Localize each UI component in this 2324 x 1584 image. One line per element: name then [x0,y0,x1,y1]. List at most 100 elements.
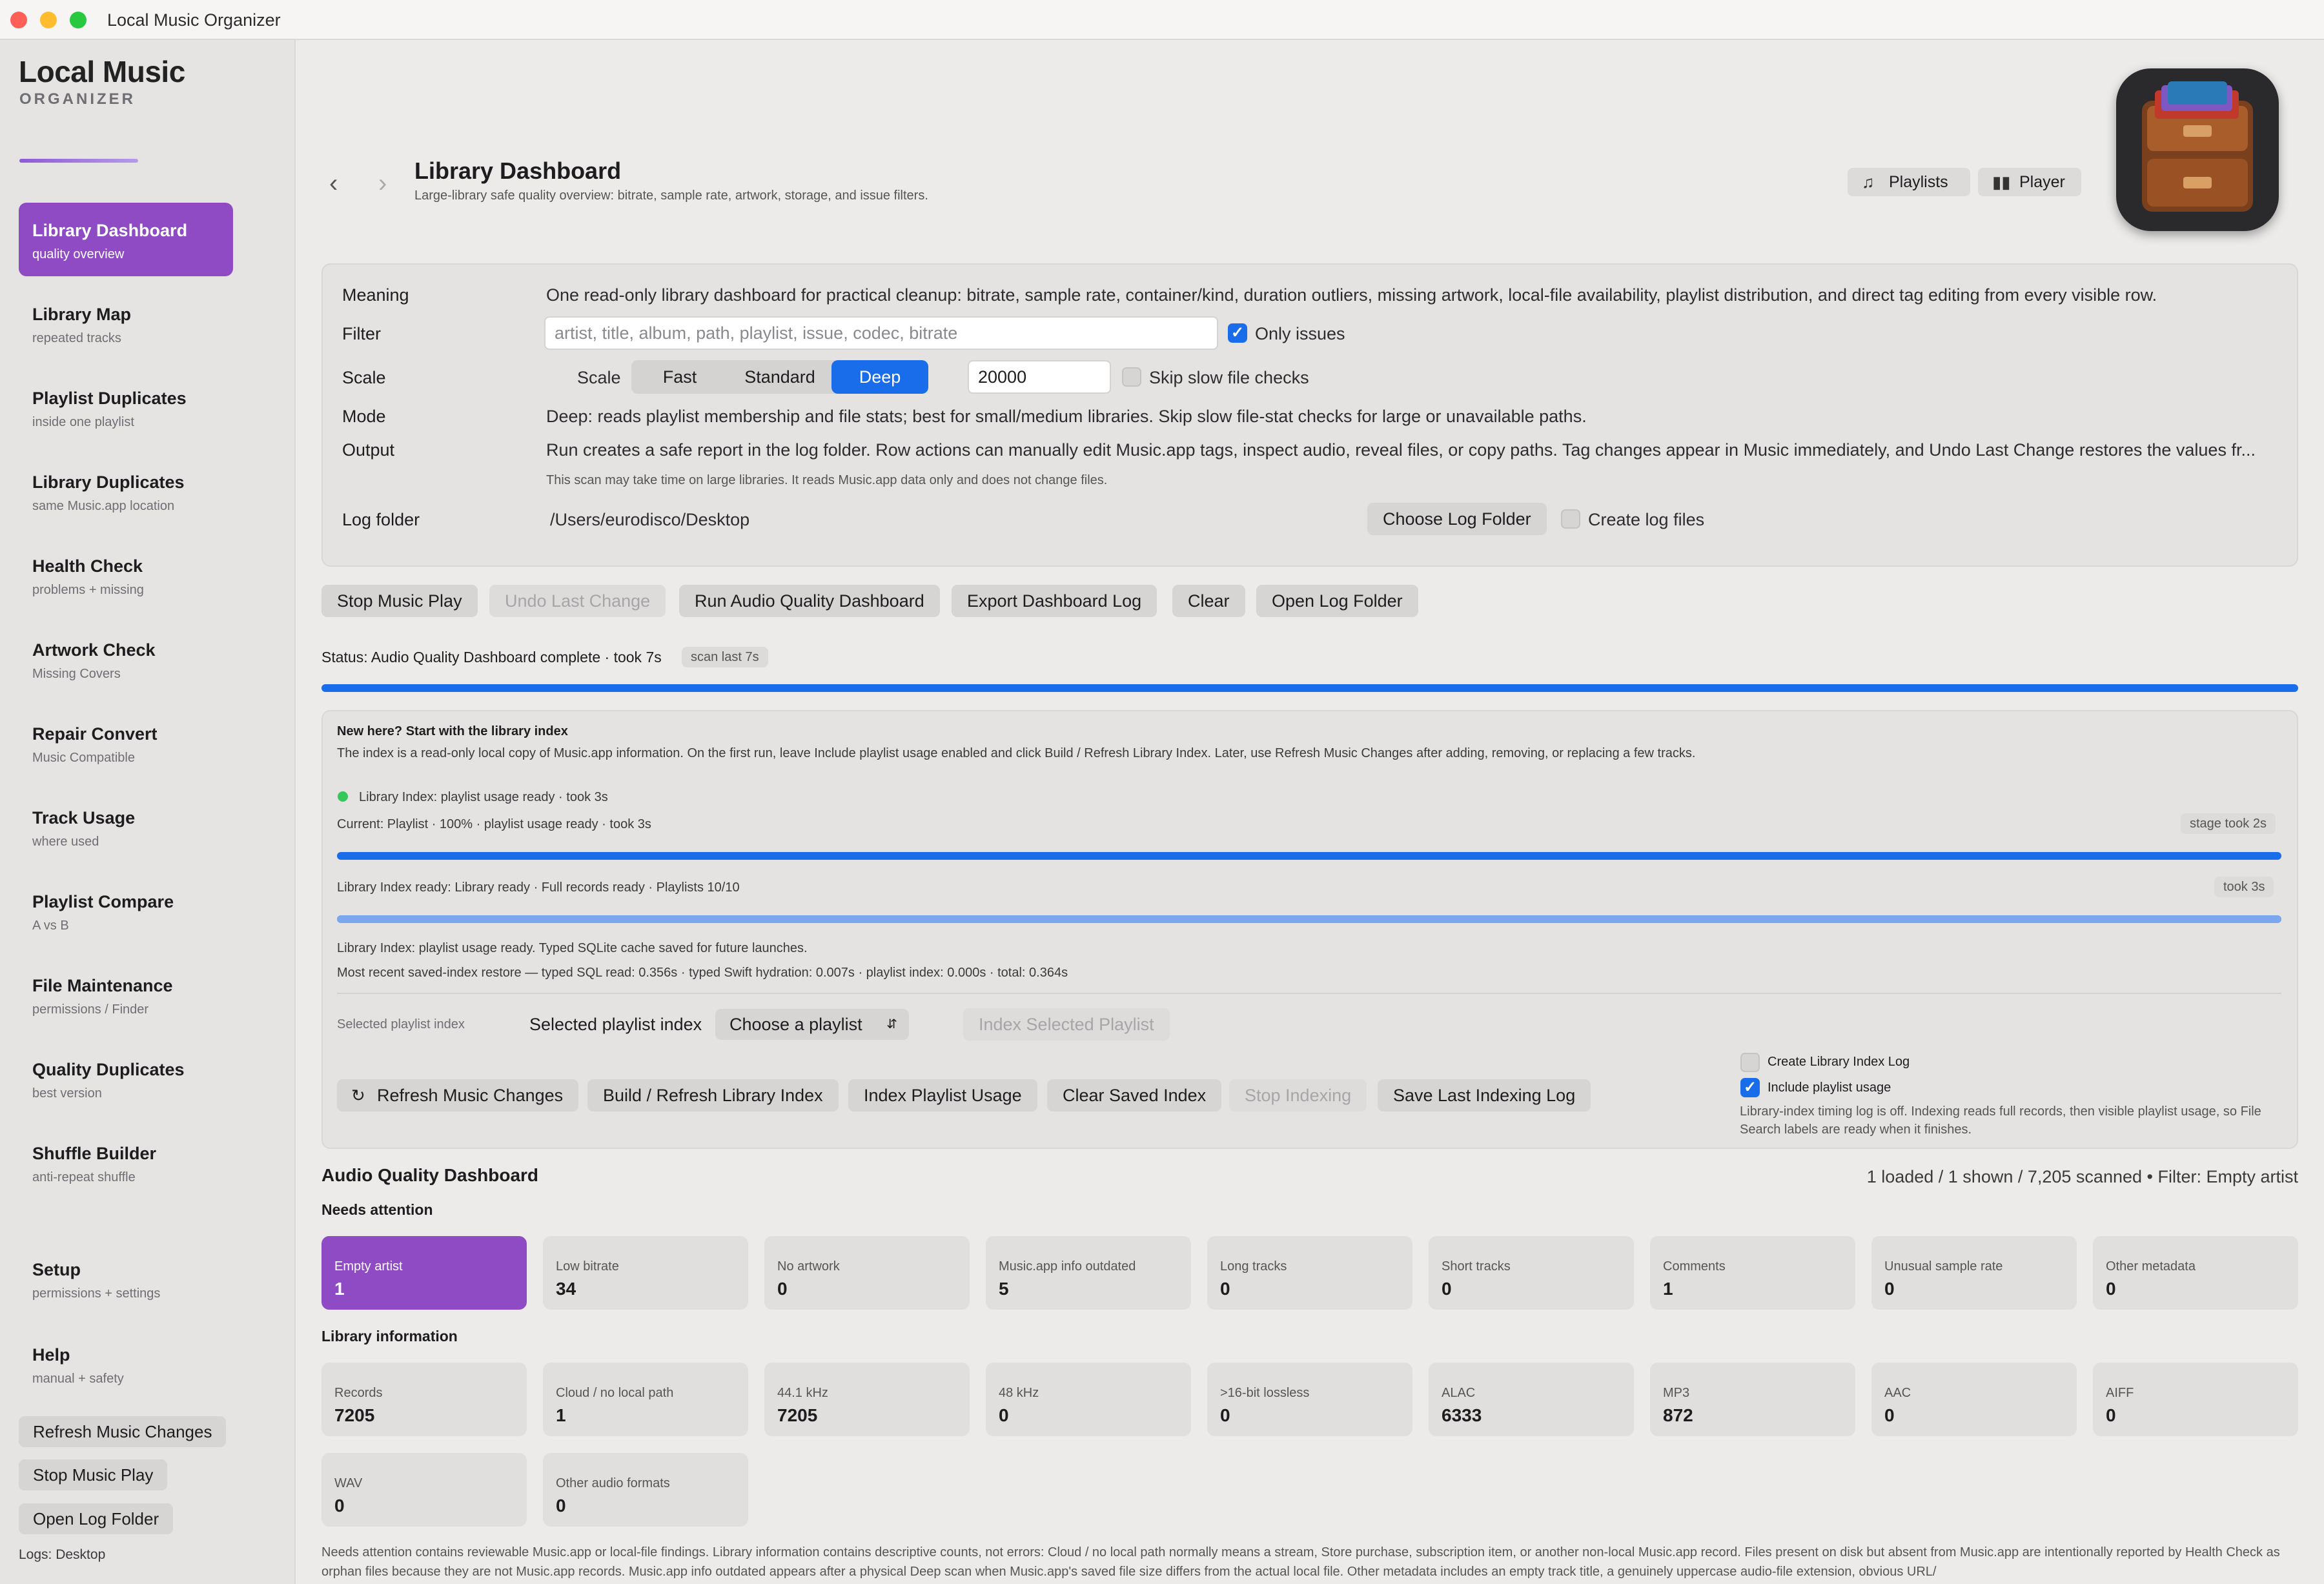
library-information-heading: Library information [321,1328,458,1345]
info-card-wav[interactable]: WAV 0 [321,1453,527,1527]
card-label: Comments [1663,1259,1726,1274]
sidebar-item-title: Playlist Compare [32,892,174,911]
attention-card-unusual-sample-rate[interactable]: Unusual sample rate 0 [1871,1236,2077,1310]
card-label: 44.1 kHz [777,1386,828,1400]
run-audio-quality-dashboard-button[interactable]: Run Audio Quality Dashboard [679,585,940,617]
info-card-records[interactable]: Records 7205 [321,1363,527,1436]
sidebar-item-artwork-check[interactable]: Artwork Check Missing Covers [19,622,233,696]
card-label: Low bitrate [556,1259,619,1274]
sidebar-item-title: Setup [32,1260,81,1279]
info-card-16-bit-lossless[interactable]: >16-bit lossless 0 [1207,1363,1412,1436]
card-value: 0 [999,1405,1009,1425]
sidebar-refresh-music-changes-button[interactable]: Refresh Music Changes [19,1416,227,1447]
card-label: Unusual sample rate [1884,1259,2003,1274]
stop-indexing-button[interactable]: Stop Indexing [1229,1079,1367,1112]
create-library-index-log-label: Create Library Index Log [1768,1055,1910,1069]
create-log-files-checkbox[interactable] [1561,509,1580,529]
stage-duration-pill: stage took 2s [2181,813,2276,834]
info-card-aiff[interactable]: AIFF 0 [2093,1363,2298,1436]
open-log-folder-button[interactable]: Open Log Folder [1256,585,1418,617]
only-issues-checkbox[interactable]: ✓ [1228,323,1247,343]
forward-arrow-icon[interactable]: › [378,169,387,198]
card-label: No artwork [777,1259,840,1274]
scale-limit-input[interactable]: 20000 [968,360,1111,394]
info-card-other-audio-formats[interactable]: Other audio formats 0 [543,1453,748,1527]
build-refresh-library-index-button[interactable]: Build / Refresh Library Index [587,1079,839,1112]
mode-label: Mode [342,407,386,426]
playlists-button[interactable]: ♫ Playlists [1848,168,1970,196]
scale-standard-option[interactable]: Standard [728,360,831,394]
attention-card-comments[interactable]: Comments 1 [1650,1236,1855,1310]
index-heading: New here? Start with the library index [337,724,568,738]
index-playlist-usage-button[interactable]: Index Playlist Usage [848,1079,1037,1112]
stop-music-play-button[interactable]: Stop Music Play [321,585,478,617]
sidebar-item-quality-duplicates[interactable]: Quality Duplicates best version [19,1042,233,1115]
brand-underline [19,159,138,163]
info-card-aac[interactable]: AAC 0 [1871,1363,2077,1436]
sidebar-item-library-map[interactable]: Library Map repeated tracks [19,287,233,360]
create-library-index-log-checkbox[interactable] [1740,1053,1760,1072]
clear-saved-index-button[interactable]: Clear Saved Index [1047,1079,1222,1112]
page-subtitle: Large-library safe quality overview: bit… [414,188,928,203]
attention-card-low-bitrate[interactable]: Low bitrate 34 [543,1236,748,1310]
save-last-indexing-log-button[interactable]: Save Last Indexing Log [1378,1079,1591,1112]
index-refresh-music-changes-button[interactable]: ↻ Refresh Music Changes [337,1079,579,1112]
dashboard-title: Audio Quality Dashboard [321,1165,539,1185]
index-current-progress-bar [337,852,2281,860]
sidebar-item-track-usage[interactable]: Track Usage where used [19,790,233,864]
log-folder-label: Log folder [342,510,420,529]
sidebar-item-subtitle: best version [32,1086,102,1101]
export-dashboard-log-button[interactable]: Export Dashboard Log [952,585,1157,617]
back-arrow-icon[interactable]: ‹ [329,169,338,198]
only-issues-label: Only issues [1255,324,1345,343]
scale-deep-option[interactable]: Deep [831,360,928,394]
sidebar-item-health-check[interactable]: Health Check problems + missing [19,538,233,612]
info-card-48-khz[interactable]: 48 kHz 0 [986,1363,1191,1436]
scale-fast-option[interactable]: Fast [631,360,728,394]
selected-playlist-index-caption: Selected playlist index [337,1017,465,1031]
sidebar-item-help[interactable]: Help manual + safety [19,1327,233,1401]
attention-card-long-tracks[interactable]: Long tracks 0 [1207,1236,1412,1310]
sidebar-item-file-maintenance[interactable]: File Maintenance permissions / Finder [19,958,233,1031]
attention-card-music-app-info-outdated[interactable]: Music.app info outdated 5 [986,1236,1191,1310]
filter-input[interactable]: artist, title, album, path, playlist, is… [544,316,1218,350]
info-card-cloud-no-local-path[interactable]: Cloud / no local path 1 [543,1363,748,1436]
sidebar-item-library-dashboard[interactable]: Library Dashboard quality overview [19,203,233,276]
minimize-window-button[interactable] [40,12,57,28]
info-card-44-1-khz[interactable]: 44.1 kHz 7205 [764,1363,970,1436]
sidebar-item-playlist-duplicates[interactable]: Playlist Duplicates inside one playlist [19,371,233,444]
choose-log-folder-button[interactable]: Choose Log Folder [1367,503,1547,535]
attention-card-other-metadata[interactable]: Other metadata 0 [2093,1236,2298,1310]
index-current-progress-track [337,852,2281,860]
skip-slow-checks-checkbox[interactable] [1122,367,1141,387]
sidebar-open-log-folder-button[interactable]: Open Log Folder [19,1503,174,1534]
zoom-window-button[interactable] [70,12,87,28]
sidebar-item-playlist-compare[interactable]: Playlist Compare A vs B [19,874,233,948]
timing-log-note: Library-index timing log is off. Indexin… [1740,1104,2261,1137]
sidebar-item-repair-convert[interactable]: Repair Convert Music Compatible [19,706,233,780]
attention-card-short-tracks[interactable]: Short tracks 0 [1429,1236,1634,1310]
sidebar-item-shuffle-builder[interactable]: Shuffle Builder anti-repeat shuffle [19,1126,233,1199]
sidebar-item-setup[interactable]: Setup permissions + settings [19,1242,233,1315]
player-button[interactable]: ▮▮ Player [1978,168,2081,196]
include-playlist-usage-checkbox[interactable]: ✓ [1740,1078,1760,1097]
sidebar-item-library-duplicates[interactable]: Library Duplicates same Music.app locatio… [19,454,233,528]
playlist-select-value: Choose a playlist [729,1015,862,1034]
card-value: 7205 [334,1405,375,1425]
attention-card-empty-artist[interactable]: Empty artist 1 [321,1236,527,1310]
sidebar-item-subtitle: repeated tracks [32,331,121,345]
logs-location-label: Logs: Desktop [19,1547,106,1562]
index-selected-playlist-button[interactable]: Index Selected Playlist [963,1008,1170,1041]
attention-card-no-artwork[interactable]: No artwork 0 [764,1236,970,1310]
clear-button[interactable]: Clear [1172,585,1245,617]
sidebar-item-title: Playlist Duplicates [32,389,187,408]
close-window-button[interactable] [10,12,27,28]
sidebar-stop-music-play-button[interactable]: Stop Music Play [19,1459,168,1490]
sidebar-item-title: Library Duplicates [32,472,185,492]
playlist-select[interactable]: Choose a playlist ⇵ [715,1009,909,1040]
sidebar-item-subtitle: problems + missing [32,583,144,597]
undo-last-change-button[interactable]: Undo Last Change [489,585,666,617]
info-card-alac[interactable]: ALAC 6333 [1429,1363,1634,1436]
playlists-button-label: Playlists [1889,173,1948,191]
info-card-mp3[interactable]: MP3 872 [1650,1363,1855,1436]
